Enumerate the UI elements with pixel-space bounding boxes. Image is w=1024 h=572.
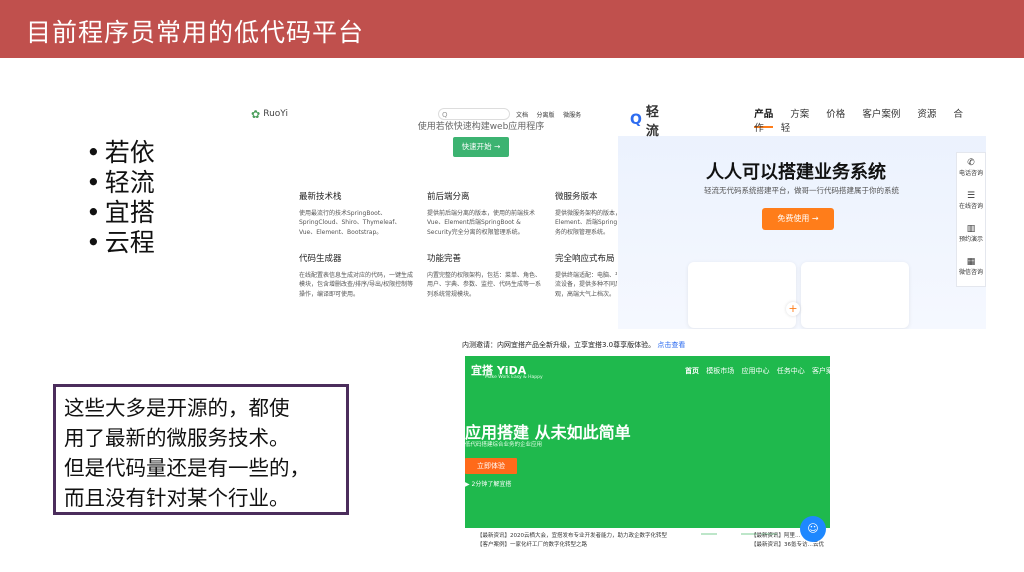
feature-desc: 提供终端适配：电脑、平板、手机等所有主流设备，提供多种不同风格的皮肤。页面美观，…	[555, 271, 617, 298]
sidebar-item-phone[interactable]: ✆ 电话咨询	[957, 153, 985, 186]
feature-title: 功能完善	[427, 254, 462, 264]
feature-title: 微服务版本	[555, 192, 598, 202]
sidebar-label: 在线咨询	[958, 203, 983, 210]
nav-item[interactable]: 应用中心	[741, 367, 769, 375]
nav-item[interactable]: 客户案例	[812, 367, 830, 375]
feature-card: 功能完善 内置完整的权限架构，包括：菜单、角色、用户、字典、参数、监控、代码生成…	[427, 254, 545, 299]
preview-card	[801, 262, 909, 328]
feature-desc: 在线配置表信息生成对应的代码，一键生成模块，包含增删改查/排序/导出/权限控制等…	[299, 271, 414, 298]
list-item: 云程	[86, 228, 155, 258]
video-link[interactable]: ▶ 2分钟了解宜搭	[465, 479, 511, 488]
free-trial-button[interactable]: 免费使用 →	[762, 208, 834, 230]
list-item: 轻流	[86, 168, 155, 198]
feature-desc: 提供微服务架构的版本，使用的技术Vue、Element、后端Spring Clo…	[555, 209, 617, 236]
notice-link[interactable]: 点击查看	[657, 341, 685, 349]
plus-icon[interactable]: +	[786, 302, 800, 316]
sidebar-label: 电话咨询	[958, 170, 983, 177]
yida-subline: 低代码搭建综合业务的企业应用	[465, 442, 543, 448]
nav-item-home[interactable]: 首页	[685, 367, 699, 375]
yida-notice: 内测邀请：内网宜搭产品全新升级，立享宜搭3.0尊享版体验。 点击查看	[462, 340, 685, 350]
nav-item[interactable]: 方案	[790, 109, 809, 120]
ruoyi-brand[interactable]: RuoYi	[263, 109, 288, 119]
note-box: 这些大多是开源的，都使 用了最新的微服务技术。 但是代码量还是有一些的， 而且没…	[53, 384, 349, 515]
feature-title: 最新技术栈	[299, 192, 342, 202]
yida-tagline: Make Work Easy & Happy	[485, 375, 543, 380]
qrcode-icon: ▦	[966, 257, 976, 267]
ruoyi-subtitle: 使用若依快速构建web应用程序	[417, 122, 545, 132]
feature-title: 完全响应式布局	[555, 254, 615, 264]
qingliu-header: Q 轻流 产品 方案 价格 客户案例 资源 合作 轻	[618, 104, 986, 139]
feature-card: 前后端分离 提供前后端分离的版本，使用的前端技术Vue、Element后端Spr…	[427, 192, 545, 237]
note-line: 这些大多是开源的，都使	[64, 396, 290, 420]
qingliu-brand[interactable]: 轻流	[646, 104, 669, 139]
sidebar-item-chat[interactable]: ☰ 在线咨询	[957, 186, 985, 219]
leaf-icon: ✿	[251, 107, 261, 121]
qingliu-nav: 产品 方案 价格 客户案例 资源 合作 轻	[754, 106, 986, 134]
carousel-dot[interactable]	[701, 533, 717, 535]
chart-icon: ▥	[966, 224, 976, 234]
ruoyi-screenshot: ✿ RuoYi Q 文档 分离版 微服务 使用若依快速构建web应用程序 快速开…	[245, 103, 617, 313]
list-item: 若依	[86, 138, 155, 168]
feature-title: 代码生成器	[299, 254, 342, 264]
note-line: 用了最新的微服务技术。	[64, 426, 290, 450]
nav-item[interactable]: 轻	[781, 123, 791, 134]
sidebar-label: 微信咨询	[958, 269, 983, 276]
nav-item[interactable]: 任务中心	[777, 367, 805, 375]
nav-item[interactable]: 价格	[826, 109, 845, 120]
phone-icon: ✆	[967, 158, 975, 168]
qingliu-subline: 轻流无代码系统搭建平台，做哥一行代码搭建属于你的系统	[704, 186, 899, 195]
ruoyi-nav: 文档 分离版 微服务	[516, 110, 587, 119]
qingliu-logo-icon: Q	[630, 112, 642, 128]
quick-start-button[interactable]: 快速开始 →	[453, 137, 509, 157]
nav-item[interactable]: 分离版	[537, 112, 555, 119]
sidebar-item-wechat[interactable]: ▦ 微信咨询	[957, 252, 985, 285]
nav-item[interactable]: 资源	[917, 109, 936, 120]
feature-title: 前后端分离	[427, 192, 470, 202]
try-now-button[interactable]: 立即体验	[465, 458, 517, 474]
yida-nav: 首页 模板市场 应用中心 任务中心 客户案例 帮助	[685, 366, 830, 376]
news-item[interactable]: 【最新资讯】2020云栖大会，宜搭发布专业开发者能力，助力政企数字化转型	[477, 532, 667, 541]
yida-screenshot: 宜搭 YiDA Make Work Easy & Happy 首页 模板市场 应…	[465, 356, 830, 556]
preview-card	[688, 262, 796, 328]
carousel-dot[interactable]	[721, 533, 737, 535]
feature-card: 代码生成器 在线配置表信息生成对应的代码，一键生成模块，包含增删改查/排序/导出…	[299, 254, 417, 299]
note-line: 但是代码量还是有一些的，	[64, 456, 310, 480]
feature-desc: 使用最流行的技术SpringBoot、SpringCloud、Shiro、Thy…	[299, 209, 401, 236]
feature-card: 微服务版本 提供微服务架构的版本，使用的技术Vue、Element、后端Spri…	[555, 192, 617, 237]
nav-item[interactable]: 模板市场	[706, 367, 734, 375]
feature-card: 完全响应式布局 提供终端适配：电脑、平板、手机等所有主流设备，提供多种不同风格的…	[555, 254, 617, 299]
list-item: 宜搭	[86, 198, 155, 228]
chat-icon: ☰	[966, 191, 976, 201]
sidebar-label: 预约演示	[958, 236, 983, 243]
notice-text: 内测邀请：内网宜搭产品全新升级，立享宜搭3.0尊享版体验。	[462, 341, 656, 349]
qingliu-screenshot: Q 轻流 产品 方案 价格 客户案例 资源 合作 轻 人人可以搭建业务系统 轻流…	[618, 104, 986, 329]
sidebar-item-demo[interactable]: ▥ 预约演示	[957, 219, 985, 252]
yida-hero: 宜搭 YiDA Make Work Easy & Happy 首页 模板市场 应…	[465, 356, 830, 535]
feature-desc: 提供前后端分离的版本，使用的前端技术Vue、Element后端SpringBoo…	[427, 209, 536, 236]
nav-item[interactable]: 文档	[516, 112, 528, 119]
nav-item[interactable]: 客户案例	[862, 109, 900, 120]
slide-title: 目前程序员常用的低代码平台	[26, 18, 365, 47]
nav-item[interactable]: 微服务	[563, 112, 581, 119]
platform-list: 若依 轻流 宜搭 云程	[86, 138, 155, 258]
chat-support-icon[interactable]: ☺	[800, 516, 826, 542]
qingliu-headline: 人人可以搭建业务系统	[706, 162, 886, 183]
news-item[interactable]: 【最新资讯】36氪专访…云优	[751, 541, 824, 550]
contact-sidebar: ✆ 电话咨询 ☰ 在线咨询 ▥ 预约演示 ▦ 微信咨询	[956, 152, 986, 287]
title-bar: 目前程序员常用的低代码平台	[0, 0, 1024, 58]
news-item[interactable]: 【客户案例】一家化纤工厂的数字化转型之路	[477, 541, 667, 550]
feature-card: 最新技术栈 使用最流行的技术SpringBoot、SpringCloud、Shi…	[299, 192, 417, 237]
feature-desc: 内置完整的权限架构，包括：菜单、角色、用户、字典、参数、监控、代码生成等一系列系…	[427, 271, 542, 298]
note-line: 而且没有针对某个行业。	[64, 486, 290, 510]
